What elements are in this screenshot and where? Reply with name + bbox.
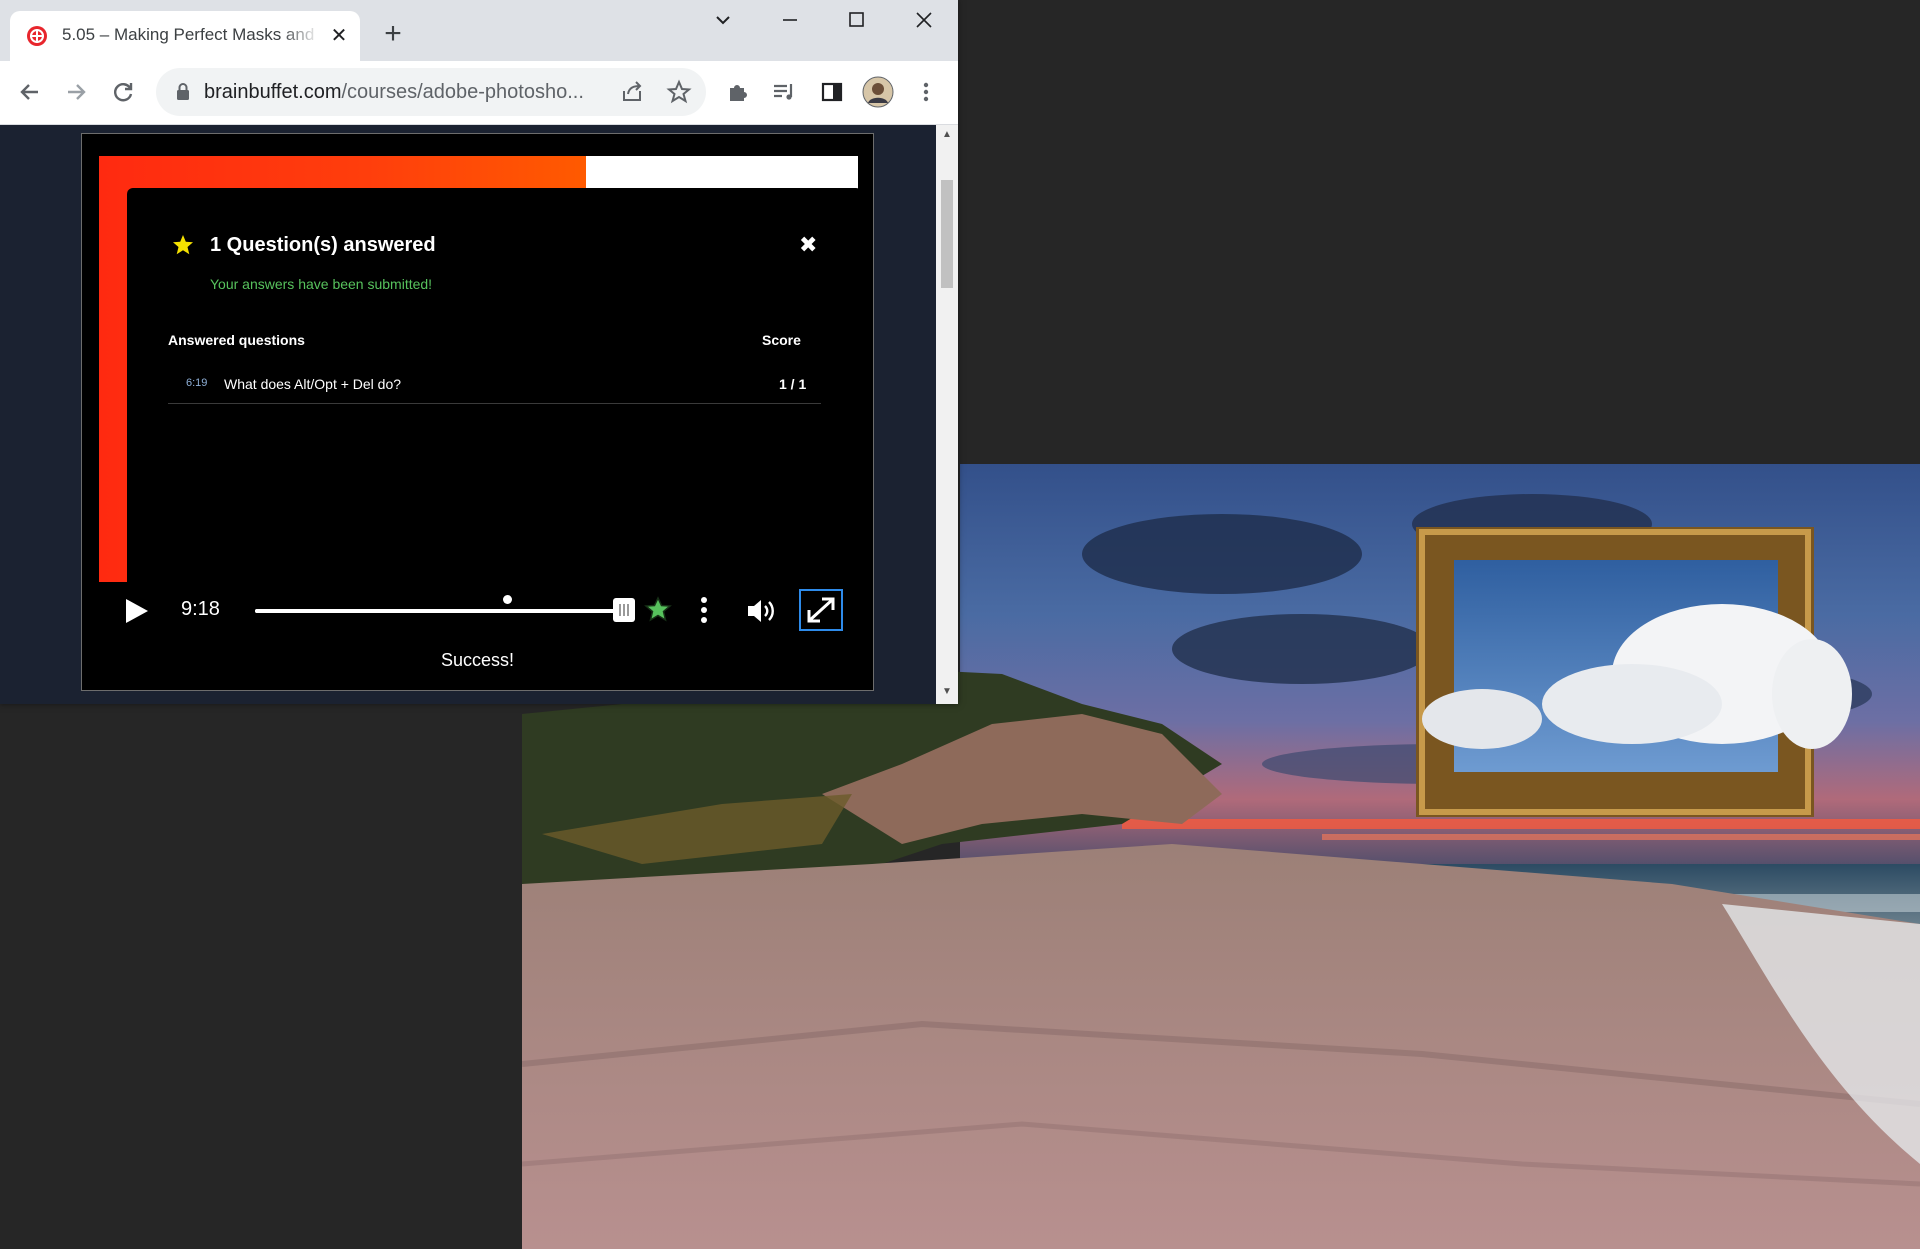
current-time: 9:18 [181,598,220,620]
scroll-up-icon[interactable]: ▲ [941,129,953,141]
status-message: Success! [440,650,515,670]
seek-chapter-marker[interactable] [503,595,512,604]
seek-progress [255,609,615,613]
url-text[interactable]: brainbuffet.com/courses/adobe-photosho..… [204,81,604,104]
forward-icon[interactable] [62,78,90,106]
player-controls: 9:18 [99,582,858,638]
video-area[interactable]: 1 Question(s) answered ✖ Your answers ha… [99,156,858,582]
volume-icon[interactable] [745,596,779,626]
play-icon[interactable] [121,596,151,626]
tab-title: 5.05 – Making Perfect Masks and [62,25,315,44]
back-icon[interactable] [16,78,44,106]
seek-handle[interactable] [613,598,635,622]
quiz-results-panel: 1 Question(s) answered ✖ Your answers ha… [127,188,858,582]
share-icon[interactable] [620,79,646,105]
extensions-icon[interactable] [724,78,752,106]
seek-bar[interactable] [255,595,615,613]
close-icon[interactable]: ✖ [799,234,817,256]
new-tab-button[interactable]: + [378,19,408,50]
question-timestamp[interactable]: 6:19 [186,377,207,389]
browser-window: 5.05 – Making Perfect Masks and ✕ + brai… [0,0,958,704]
quiz-subtitle: Your answers have been submitted! [210,276,433,292]
maximize-icon[interactable] [836,8,876,32]
avatar[interactable] [862,76,894,108]
brainbuffet-favicon-icon [27,26,47,46]
browser-toolbar: brainbuffet.com/courses/adobe-photosho..… [0,61,958,125]
more-icon[interactable] [697,595,711,625]
video-player: 1 Question(s) answered ✖ Your answers ha… [81,133,874,691]
star-icon [173,235,193,255]
close-window-icon[interactable] [904,8,944,32]
active-tab[interactable]: 5.05 – Making Perfect Masks and ✕ [10,11,360,61]
fullscreen-icon [807,597,835,623]
quiz-title: 1 Question(s) answered [210,234,436,256]
menu-icon[interactable] [912,78,940,106]
reload-icon[interactable] [109,78,137,106]
fullscreen-button[interactable] [799,589,843,631]
table-row[interactable]: 6:19 What does Alt/Opt + Del do? 1 / 1 [168,370,821,404]
tab-search-icon[interactable] [703,8,743,32]
question-score: 1 / 1 [779,376,807,392]
scroll-down-icon[interactable]: ▼ [941,686,953,698]
bookmark-star-icon[interactable] [666,79,692,105]
tab-strip: 5.05 – Making Perfect Masks and ✕ + [0,0,958,61]
page-scrollbar[interactable]: ▲ ▼ [936,125,958,704]
reading-list-icon[interactable] [770,78,798,106]
question-text[interactable]: What does Alt/Opt + Del do? [224,376,401,392]
scroll-thumb[interactable] [941,180,953,288]
answered-questions-header: Answered questions [168,332,305,348]
quiz-pointer [643,566,663,576]
minimize-icon[interactable] [770,8,810,32]
tab-close-icon[interactable]: ✕ [326,23,352,49]
lock-icon[interactable] [174,82,192,102]
side-panel-icon[interactable] [818,78,846,106]
address-bar[interactable]: brainbuffet.com/courses/adobe-photosho..… [156,68,706,116]
quiz-marker-icon[interactable] [644,596,672,624]
score-header: Score [762,332,801,348]
